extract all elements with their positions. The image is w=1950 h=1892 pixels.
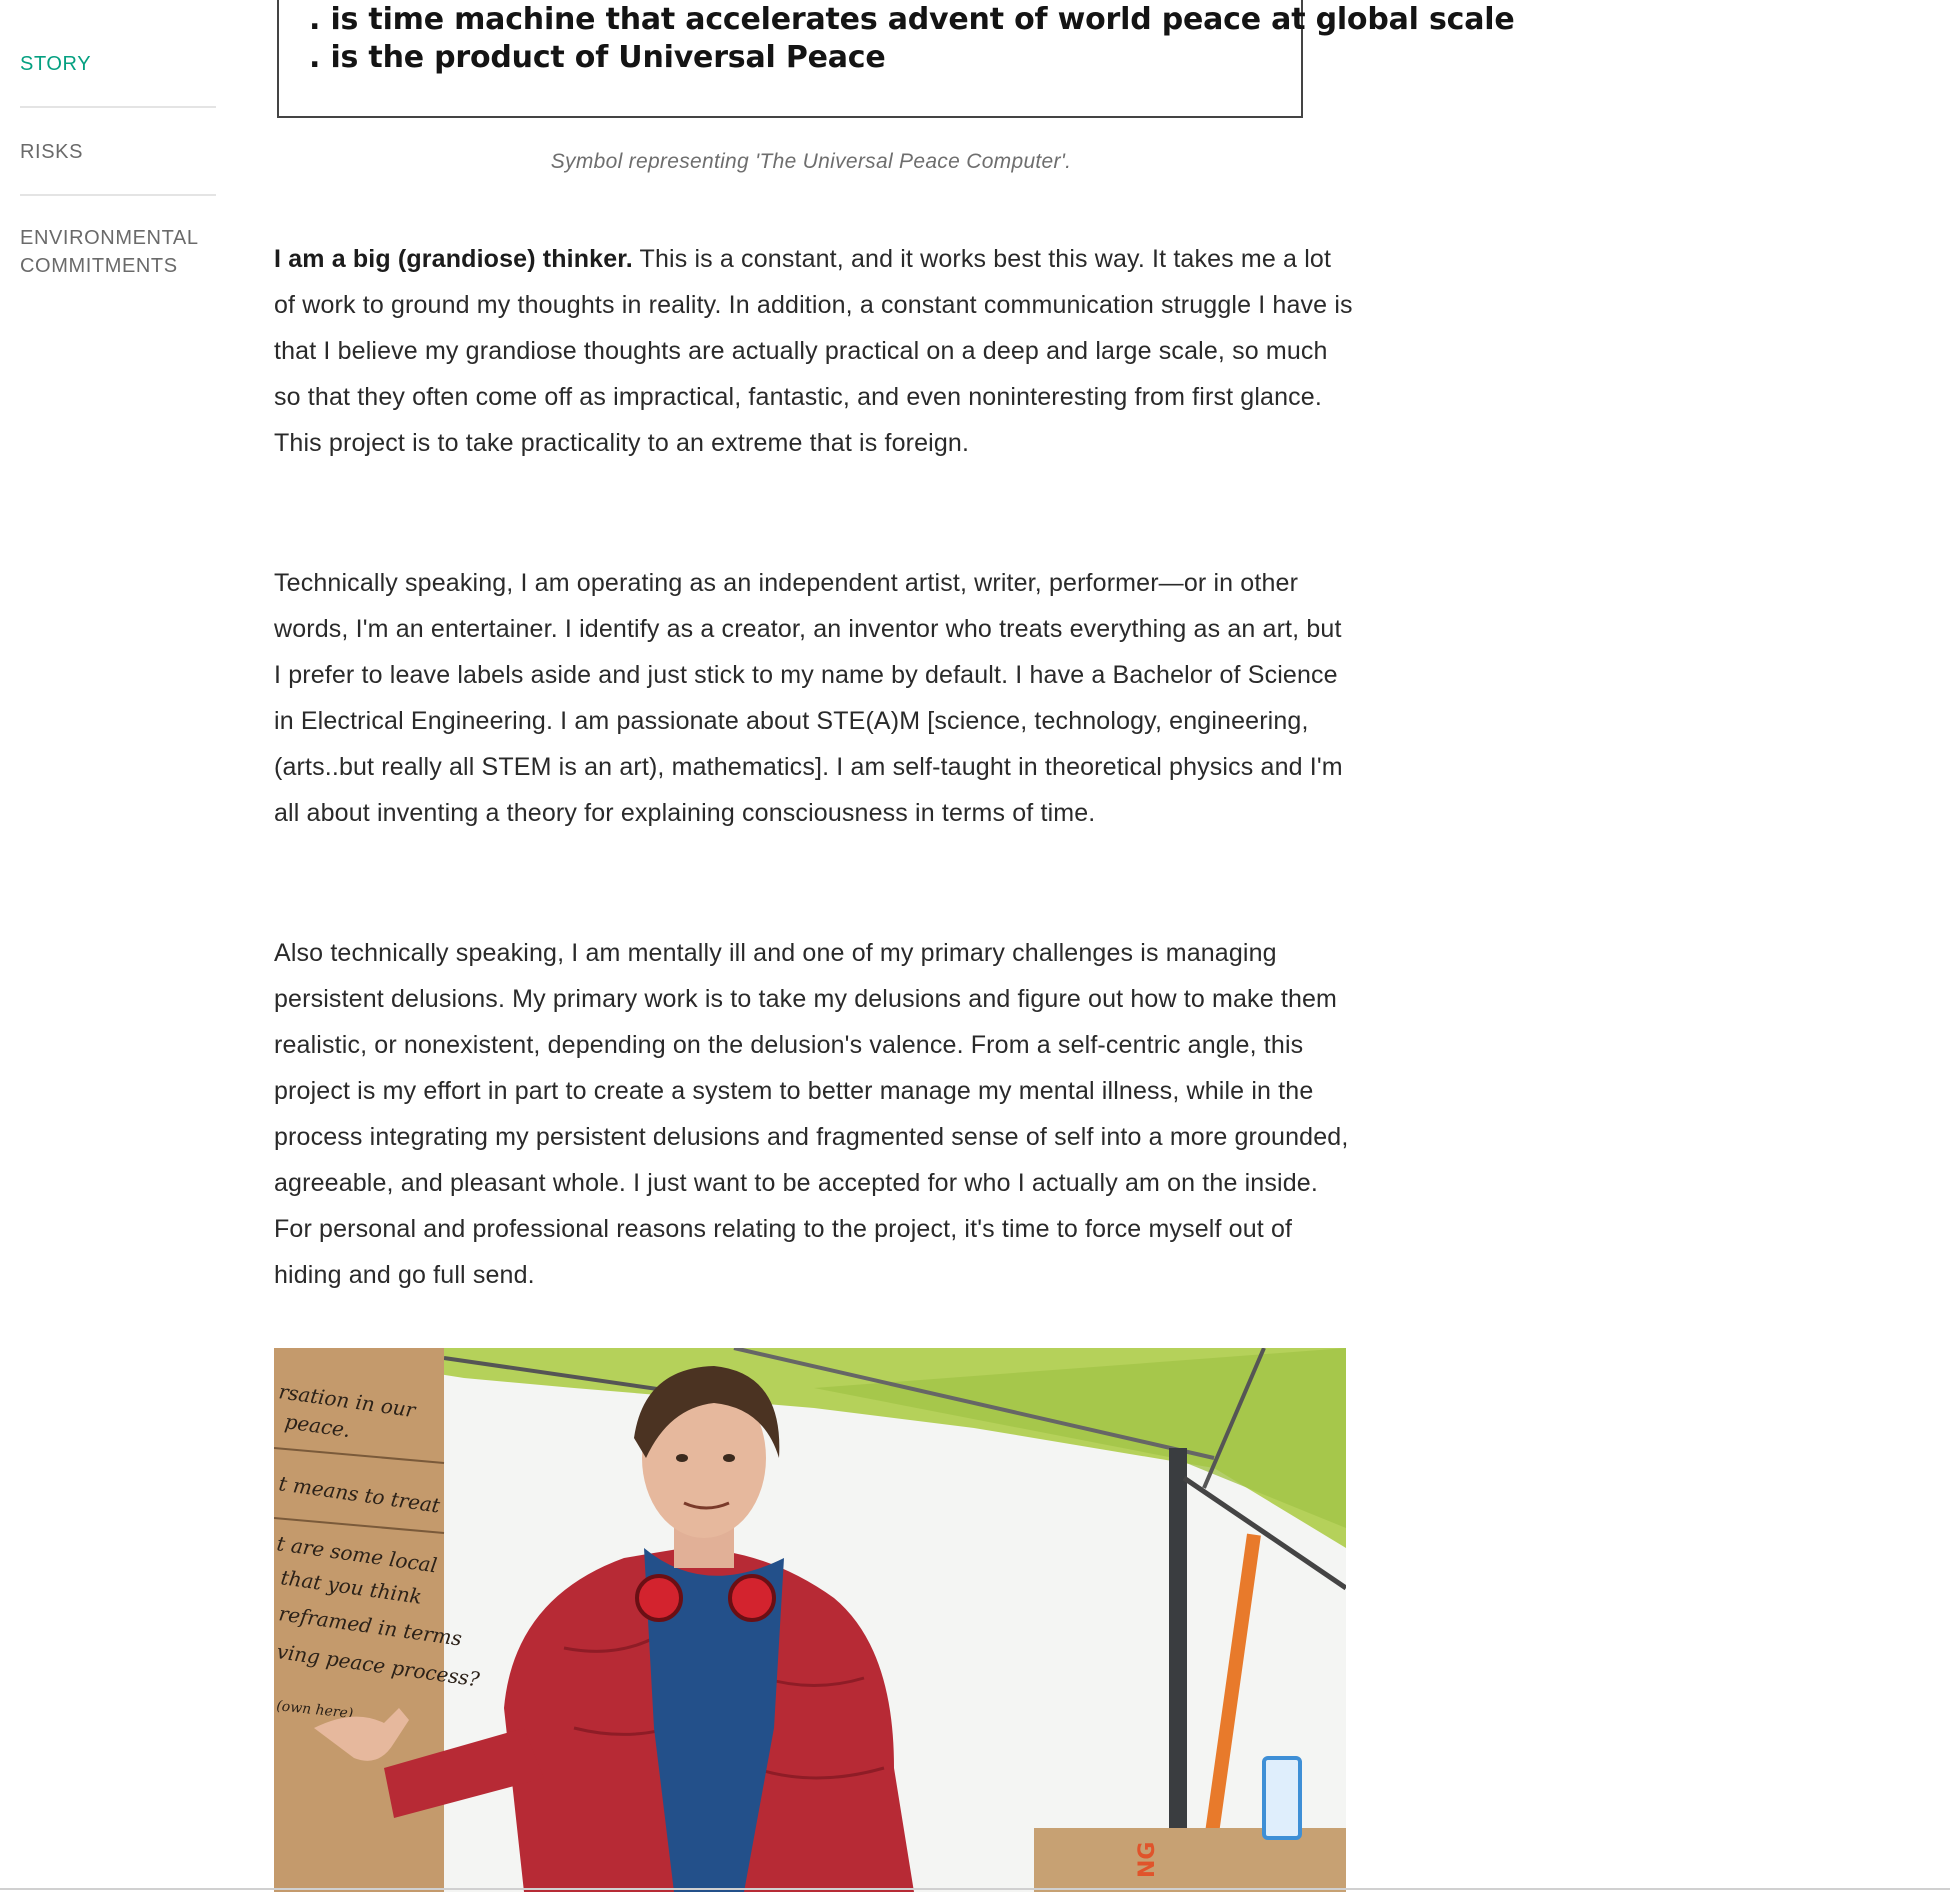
paragraph-text: This is a constant, and it works best th… bbox=[274, 245, 1353, 457]
nav-item-risks[interactable]: RISKS bbox=[20, 138, 216, 166]
page-bottom-edge bbox=[0, 1888, 1950, 1890]
box-text: NG bbox=[1135, 1842, 1160, 1878]
tent-pole bbox=[1169, 1448, 1187, 1892]
symbol-line: . is the product of Universal Peace bbox=[309, 40, 886, 75]
nav-divider bbox=[20, 106, 216, 108]
creator-photo: rsation in our peace. t means to treat t… bbox=[274, 1348, 1346, 1892]
story-paragraph: Also technically speaking, I am mentally… bbox=[274, 939, 1349, 1289]
nav-item-story[interactable]: STORY bbox=[20, 50, 216, 78]
symbol-image: . is time machine that accelerates adven… bbox=[277, 0, 1515, 118]
image-caption: Symbol representing 'The Universal Peace… bbox=[550, 150, 1072, 173]
symbol-line: . is time machine that accelerates adven… bbox=[309, 2, 1515, 37]
story-paragraph: Technically speaking, I am operating as … bbox=[274, 569, 1343, 827]
photo-illustration: rsation in our peace. t means to treat t… bbox=[274, 1348, 1346, 1892]
paragraph-lead: I am a big (grandiose) thinker. bbox=[274, 245, 633, 273]
nav-item-environmental-commitments[interactable]: ENVIRONMENTAL COMMITMENTS bbox=[20, 224, 216, 280]
story-paragraph: I am a big (grandiose) thinker. This is … bbox=[274, 236, 1354, 466]
nav-divider bbox=[20, 194, 216, 196]
headphones bbox=[635, 1574, 683, 1622]
